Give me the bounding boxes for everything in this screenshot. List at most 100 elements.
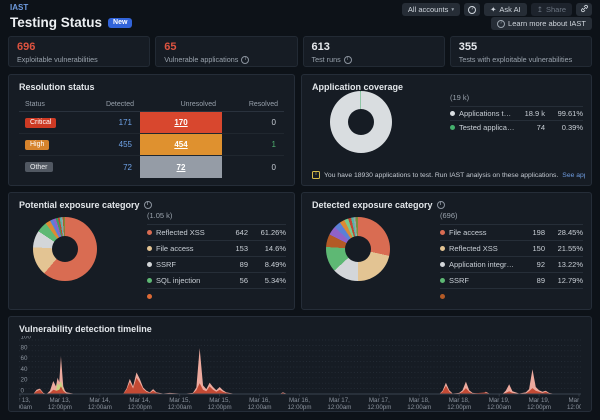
resolved-count: 0 xyxy=(222,163,284,172)
table-row-other: Other 72 72 0 xyxy=(19,156,284,178)
detected-count-link[interactable]: 455 xyxy=(91,140,140,149)
legend-dot-icon xyxy=(440,230,445,235)
severity-badge[interactable]: Critical xyxy=(25,118,56,128)
detected-count-link[interactable]: 72 xyxy=(91,163,140,172)
legend-dot-icon xyxy=(147,262,152,267)
legend-total: (1.05 k) xyxy=(147,211,286,224)
application-coverage-panel: Application coverage (19 k) Applications… xyxy=(301,74,592,186)
svg-text:Mar 19,12:00am: Mar 19,12:00am xyxy=(487,397,511,411)
series-detections-mid xyxy=(20,381,579,394)
resolution-status-panel: Resolution status Status Detected Unreso… xyxy=(8,74,295,186)
legend-dot-icon xyxy=(147,294,152,299)
legend-row[interactable]: Reflected XSS64261.26% xyxy=(147,224,286,240)
legend-dot-icon xyxy=(450,111,455,116)
svg-text:Mar 15,12:00am: Mar 15,12:00am xyxy=(168,397,192,411)
sparkle-icon: ✦ xyxy=(490,5,496,14)
resolution-table: Status Detected Unresolved Resolved Crit… xyxy=(19,97,284,178)
svg-text:Mar 13,12:00am: Mar 13,12:00am xyxy=(19,397,32,411)
unresolved-bar[interactable]: 454 xyxy=(140,134,222,155)
legend-row[interactable]: Application integrity ...9213.22% xyxy=(440,256,583,272)
note-text: You have 18930 applications to test. Run… xyxy=(324,172,558,179)
legend-dot-icon xyxy=(147,230,152,235)
panel-title: Detected exposure category xyxy=(312,200,433,210)
new-badge: New xyxy=(108,18,132,28)
svg-text:40: 40 xyxy=(20,366,27,373)
svg-text:20: 20 xyxy=(20,377,27,384)
stat-card-tests-with-exploitable[interactable]: 355 Tests with exploitable vulnerabiliti… xyxy=(450,36,592,67)
info-icon[interactable]: i xyxy=(344,56,352,64)
legend-row[interactable]: SSRF898.49% xyxy=(147,256,286,272)
legend-row[interactable]: Reflected XSS15021.55% xyxy=(440,240,583,256)
copy-link-button[interactable] xyxy=(576,3,592,16)
see-applications-link[interactable]: See applications xyxy=(562,172,585,179)
info-icon[interactable]: i xyxy=(437,201,445,209)
info-icon[interactable]: i xyxy=(144,201,152,209)
panel-title: Resolution status xyxy=(19,82,284,92)
stat-card-exploitable-vulnerabilities[interactable]: 696 Exploitable vulnerabilities xyxy=(8,36,150,67)
question-circle-icon: ? xyxy=(497,20,505,28)
help-icon: ? xyxy=(468,6,476,14)
chevron-down-icon: ▾ xyxy=(451,7,454,13)
legend-dot-icon xyxy=(450,125,455,130)
resolved-count: 0 xyxy=(222,118,284,127)
potential-legend: (1.05 k) Reflected XSS64261.26%File acce… xyxy=(147,211,286,301)
panel-title: Potential exposure category xyxy=(19,200,140,210)
svg-text:Mar 18,12:00pm: Mar 18,12:00pm xyxy=(447,397,471,411)
legend-dot-icon xyxy=(440,294,445,299)
stat-value: 65 xyxy=(164,41,288,54)
svg-text:Mar 16,12:00pm: Mar 16,12:00pm xyxy=(288,397,312,411)
legend-row[interactable]: File access15314.6% xyxy=(147,240,286,256)
all-accounts-dropdown[interactable]: All accounts ▾ xyxy=(402,3,460,16)
legend-row[interactable]: Applications to test18.9 k99.61% xyxy=(450,106,583,120)
legend-row[interactable]: Tested applications740.39% xyxy=(450,120,583,134)
column-resolved: Resolved xyxy=(222,101,284,108)
iast-dashboard: IAST All accounts ▾ ? ✦ Ask AI ↥ Share T… xyxy=(0,0,600,420)
column-detected: Detected xyxy=(91,101,140,108)
legend-row[interactable] xyxy=(440,288,583,301)
series-detections-total xyxy=(20,348,579,394)
unresolved-bar[interactable]: 170 xyxy=(140,112,222,133)
timeline-chart[interactable]: 020406080100Mar 13,12:00amMar 13,12:00pm… xyxy=(19,336,581,412)
severity-badge[interactable]: High xyxy=(25,140,49,150)
page-title-row: Testing Status New xyxy=(10,15,132,30)
detected-count-link[interactable]: 171 xyxy=(91,118,140,127)
stat-label: Exploitable vulnerabilities xyxy=(17,55,98,64)
link-icon xyxy=(580,4,589,15)
detected-legend: (696) File access19828.45%Reflected XSS1… xyxy=(440,211,583,301)
breadcrumb[interactable]: IAST xyxy=(10,3,28,12)
detected-exposure-panel: Detected exposure category i (696) File … xyxy=(301,192,592,310)
panel-title: Application coverage xyxy=(312,82,581,92)
stat-card-vulnerable-applications[interactable]: 65 Vulnerable applications i xyxy=(155,36,297,67)
svg-text:80: 80 xyxy=(20,344,27,351)
unresolved-bar[interactable]: 72 xyxy=(140,156,222,178)
help-button[interactable]: ? xyxy=(464,3,480,16)
stat-value: 613 xyxy=(312,41,436,54)
ask-ai-button[interactable]: ✦ Ask AI xyxy=(484,3,527,16)
svg-text:0: 0 xyxy=(20,387,24,394)
detected-donut-chart[interactable] xyxy=(326,217,390,281)
learn-more-button[interactable]: ? Learn more about IAST xyxy=(491,17,592,30)
potential-donut-chart[interactable] xyxy=(33,217,97,281)
resolved-count: 1 xyxy=(222,140,284,149)
svg-text:100: 100 xyxy=(20,336,31,341)
info-square-icon: i xyxy=(312,171,320,179)
table-row-high: High 455 454 1 xyxy=(19,134,284,156)
svg-text:Mar 20,12:00am: Mar 20,12:00am xyxy=(567,397,581,411)
svg-text:Mar 15,12:00pm: Mar 15,12:00pm xyxy=(208,397,232,411)
legend-dot-icon xyxy=(440,262,445,267)
stat-value: 355 xyxy=(459,41,583,54)
coverage-donut-chart[interactable] xyxy=(330,91,392,153)
legend-row[interactable] xyxy=(147,288,286,301)
legend-row[interactable]: SQL injection565.34% xyxy=(147,272,286,288)
info-icon[interactable]: i xyxy=(241,56,249,64)
legend-row[interactable]: File access19828.45% xyxy=(440,224,583,240)
stat-card-test-runs[interactable]: 613 Test runs i xyxy=(303,36,445,67)
legend-dot-icon xyxy=(440,278,445,283)
legend-row[interactable]: SSRF8912.79% xyxy=(440,272,583,288)
column-status: Status xyxy=(19,101,91,108)
legend-total: (696) xyxy=(440,211,583,224)
share-button[interactable]: ↥ Share xyxy=(531,3,572,16)
legend-dot-icon xyxy=(147,246,152,251)
panel-title: Vulnerability detection timeline xyxy=(19,324,581,334)
severity-badge[interactable]: Other xyxy=(25,162,53,172)
